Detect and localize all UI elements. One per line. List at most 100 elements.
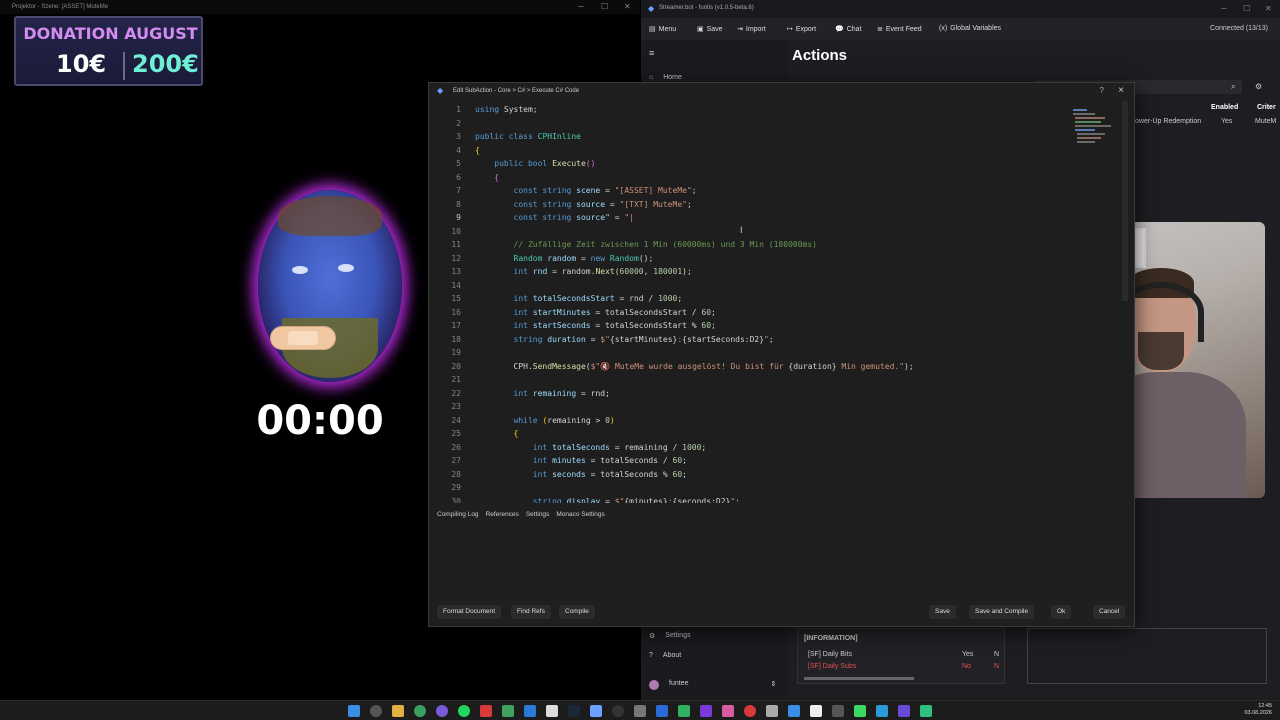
app-icon[interactable]: [722, 705, 734, 717]
tab-monaco-settings[interactable]: Monaco Settings: [556, 511, 604, 518]
global-variables-button[interactable]: (x) Global Variables: [939, 25, 1001, 32]
column-criteria[interactable]: Criter: [1257, 104, 1276, 111]
search-icon[interactable]: [370, 705, 382, 717]
home-icon: ⌂: [649, 74, 654, 81]
code-editor[interactable]: 1 using System; 2 3 public class CPHInline 4{…: [429, 101, 1134, 503]
app-icon[interactable]: [744, 705, 756, 717]
app-icon[interactable]: [854, 705, 866, 717]
search-icon[interactable]: ⌕: [1231, 82, 1235, 92]
save-button[interactable]: ▣ Save: [697, 25, 723, 34]
close-icon[interactable]: ✕: [1265, 4, 1272, 13]
code-line[interactable]: while (remaining > 0): [475, 416, 615, 425]
horizontal-scrollbar[interactable]: [804, 677, 914, 680]
system-clock[interactable]: 12:45 03.08.2026: [1244, 703, 1272, 717]
code-line[interactable]: CPH.SendMessage($"🔇 MuteMe wurde ausgelö…: [475, 362, 914, 371]
sidebar-user[interactable]: funtee ⇕: [649, 680, 776, 690]
line-number: 10: [451, 226, 461, 236]
code-line[interactable]: int seconds = totalSeconds % 60;: [475, 470, 687, 479]
code-line[interactable]: string display = $"{minutes}:{seconds:D2…: [475, 497, 740, 504]
help-icon[interactable]: ?: [1100, 86, 1104, 95]
code-line[interactable]: using System;: [475, 105, 538, 114]
minimize-icon[interactable]: ─: [578, 2, 584, 11]
vscode-icon[interactable]: [524, 705, 536, 717]
minimize-icon[interactable]: ─: [1221, 4, 1227, 13]
app-icon[interactable]: [656, 705, 668, 717]
file-explorer-icon[interactable]: [392, 705, 404, 717]
event-feed-button[interactable]: ≣ Event Feed: [877, 25, 922, 34]
app-icon[interactable]: [546, 705, 558, 717]
app-icon[interactable]: [876, 705, 888, 717]
tab-compiling-log[interactable]: Compiling Log: [437, 511, 479, 518]
code-line[interactable]: {: [475, 173, 499, 182]
import-button[interactable]: ⇥ Import: [737, 25, 766, 34]
import-icon: ⇥: [737, 26, 743, 33]
discord-icon[interactable]: [436, 705, 448, 717]
sidebar-item-settings[interactable]: ⚙ Settings: [649, 632, 691, 640]
find-refs-button[interactable]: Find Refs: [511, 605, 551, 619]
maximize-icon[interactable]: ☐: [601, 2, 608, 11]
table-row-name[interactable]: ower-Up Redemption: [1135, 118, 1201, 125]
steam-icon[interactable]: [568, 705, 580, 717]
cancel-button[interactable]: Cancel: [1093, 605, 1126, 619]
code-line[interactable]: const string source = "[TXT] MuteMe";: [475, 200, 692, 209]
app-icon[interactable]: [678, 705, 690, 717]
code-line[interactable]: Random random = new Random();: [475, 254, 654, 263]
code-line[interactable]: {: [475, 429, 519, 438]
code-line[interactable]: {: [475, 146, 480, 155]
app-icon[interactable]: [634, 705, 646, 717]
connection-status[interactable]: Connected (13/13): [1210, 25, 1268, 32]
export-button[interactable]: ↦ Export: [787, 25, 816, 34]
code-line[interactable]: int totalSeconds = remaining / 1000;: [475, 443, 706, 452]
column-enabled[interactable]: Enabled: [1211, 104, 1238, 111]
hamburger-icon[interactable]: ≡: [649, 48, 654, 58]
code-line[interactable]: int rnd = random.Next(60000, 180001);: [475, 267, 692, 276]
chrome-icon[interactable]: [414, 705, 426, 717]
sidebar-item-home[interactable]: ⌂ Home: [649, 74, 682, 81]
code-line[interactable]: int startSeconds = totalSecondsStart % 6…: [475, 321, 716, 330]
list-item[interactable]: [SF] Daily Bits: [808, 651, 852, 658]
code-line[interactable]: string duration = $"{startMinutes}:{star…: [475, 335, 774, 344]
save-label: Save: [706, 25, 723, 33]
save-and-compile-button[interactable]: Save and Compile: [969, 605, 1035, 619]
menu-button[interactable]: ▤ Menu: [649, 25, 676, 34]
app-icon[interactable]: [700, 705, 712, 717]
app-icon[interactable]: [810, 705, 822, 717]
code-minimap[interactable]: [1071, 107, 1115, 147]
code-line[interactable]: int totalSecondsStart = rnd / 1000;: [475, 294, 683, 303]
line-number: 16: [451, 307, 461, 317]
code-line[interactable]: const string source" = "|: [475, 213, 634, 222]
ok-button[interactable]: Ok: [1051, 605, 1072, 619]
app-icon[interactable]: [920, 705, 932, 717]
compile-button[interactable]: Compile: [559, 605, 595, 619]
app-icon[interactable]: [788, 705, 800, 717]
app-icon[interactable]: [766, 705, 778, 717]
app-icon[interactable]: [832, 705, 844, 717]
tab-settings[interactable]: Settings: [526, 511, 550, 518]
app-icon[interactable]: [502, 705, 514, 717]
sidebar-item-about[interactable]: ? About: [649, 652, 681, 659]
editor-scrollbar[interactable]: [1122, 101, 1128, 301]
save-button[interactable]: Save: [929, 605, 956, 619]
app-icon[interactable]: [480, 705, 492, 717]
spotify-icon[interactable]: [458, 705, 470, 717]
windows-start-icon[interactable]: [348, 705, 360, 717]
close-icon[interactable]: ×: [1118, 85, 1124, 96]
obs-icon[interactable]: [612, 705, 624, 717]
code-line[interactable]: const string scene = "[ASSET] MuteMe";: [475, 186, 697, 195]
close-icon[interactable]: ✕: [624, 2, 631, 11]
code-line[interactable]: public class CPHInline: [475, 132, 581, 141]
streamerbot-icon[interactable]: [590, 705, 602, 717]
maximize-icon[interactable]: ☐: [1243, 4, 1250, 13]
tab-references[interactable]: References: [486, 511, 519, 518]
line-number: 13: [451, 267, 461, 276]
gear-icon[interactable]: ⚙: [1255, 82, 1262, 91]
code-line[interactable]: public bool Execute(): [475, 159, 595, 168]
code-line[interactable]: int startMinutes = totalSecondsStart / 6…: [475, 308, 716, 317]
chat-button[interactable]: 💬 Chat: [835, 25, 862, 34]
code-line[interactable]: int remaining = rnd;: [475, 389, 610, 398]
app-icon[interactable]: [898, 705, 910, 717]
code-line[interactable]: // Zufällige Zeit zwischen 1 Min (60000m…: [475, 240, 817, 249]
code-line[interactable]: int minutes = totalSeconds / 60;: [475, 456, 687, 465]
list-item[interactable]: [SF] Daily Subs: [808, 663, 856, 670]
format-document-button[interactable]: Format Document: [437, 605, 502, 619]
